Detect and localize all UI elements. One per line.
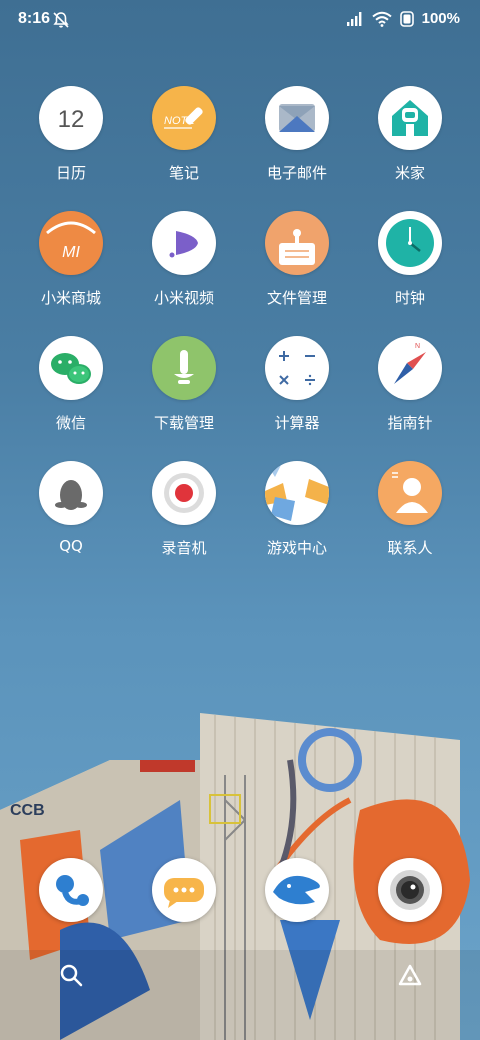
calendar-icon: 12 [39, 86, 103, 150]
bell-muted-icon [53, 12, 69, 28]
calendar-date: 12 [58, 106, 85, 133]
app-label: 下载管理 [153, 414, 214, 432]
app-label: 游戏中心 [266, 539, 327, 557]
email-icon [265, 86, 329, 150]
file-manager-icon [265, 211, 329, 275]
app-game-center[interactable]: 游戏中心 [242, 461, 352, 571]
app-vault-icon[interactable] [396, 962, 424, 990]
dock-camera[interactable] [378, 858, 442, 922]
status-time: 8:16 [18, 10, 51, 27]
app-label: 电子邮件 [266, 164, 327, 182]
signal-icon [346, 11, 362, 26]
app-label: 时钟 [394, 289, 425, 307]
app-label: 指南针 [387, 414, 433, 432]
app-label: 日历 [55, 164, 86, 182]
dock-messages[interactable] [152, 858, 216, 922]
video-icon [152, 211, 216, 275]
compass-north-label: N [415, 343, 420, 350]
app-compass[interactable]: N 指南针 [355, 336, 465, 446]
ccb-sign: CCB [10, 802, 45, 819]
app-label: 笔记 [168, 164, 199, 182]
search-icon[interactable] [58, 962, 86, 990]
recorder-icon [152, 461, 216, 525]
app-email[interactable]: 电子邮件 [242, 86, 352, 196]
compass-icon: N [378, 336, 442, 400]
app-clock[interactable]: 时钟 [355, 211, 465, 321]
battery-icon [399, 10, 414, 27]
app-qq[interactable]: QQ [16, 461, 126, 571]
app-mi-store[interactable]: MI 小米商城 [16, 211, 126, 321]
app-label: QQ [59, 537, 83, 555]
app-mijia[interactable]: 米家 [355, 86, 465, 196]
messages-icon [164, 878, 204, 908]
app-label: 小米商城 [40, 289, 101, 307]
app-video[interactable]: 小米视频 [129, 211, 239, 321]
mi-text: MI [62, 244, 80, 261]
app-label: 联系人 [387, 539, 433, 557]
app-label: 小米视频 [153, 289, 214, 307]
app-label: 录音机 [161, 539, 207, 557]
app-calendar[interactable]: 12 日历 [16, 86, 126, 196]
clock-icon [378, 211, 442, 275]
app-recorder[interactable]: 录音机 [129, 461, 239, 571]
app-calculator[interactable]: 计算器 [242, 336, 352, 446]
browser-icon [273, 875, 320, 905]
battery-percentage: 100% [421, 10, 460, 27]
phone-icon [56, 875, 89, 906]
camera-icon [390, 870, 430, 910]
dock-browser[interactable] [265, 858, 329, 922]
app-label: 米家 [394, 164, 425, 182]
app-notes[interactable]: NOTE 笔记 [129, 86, 239, 196]
app-file-manager[interactable]: 文件管理 [242, 211, 352, 321]
calculator-icon [265, 336, 329, 400]
wechat-icon [39, 336, 103, 400]
notes-icon: NOTE [152, 86, 216, 150]
status-indicators: 100% [346, 10, 460, 27]
game-center-icon [265, 461, 329, 525]
mi-store-icon: MI [39, 211, 103, 275]
status-bar: 8:16 100% [0, 0, 480, 40]
mijia-icon [378, 86, 442, 150]
download-icon [152, 336, 216, 400]
app-label: 微信 [55, 414, 86, 432]
qq-icon [39, 461, 103, 525]
app-contacts[interactable]: 联系人 [355, 461, 465, 571]
contacts-icon [378, 461, 442, 525]
app-wechat[interactable]: 微信 [16, 336, 126, 446]
wifi-icon [371, 11, 392, 27]
app-label: 文件管理 [266, 289, 327, 307]
dock-phone[interactable] [39, 858, 103, 922]
app-download-manager[interactable]: 下载管理 [129, 336, 239, 446]
app-label: 计算器 [274, 414, 320, 432]
